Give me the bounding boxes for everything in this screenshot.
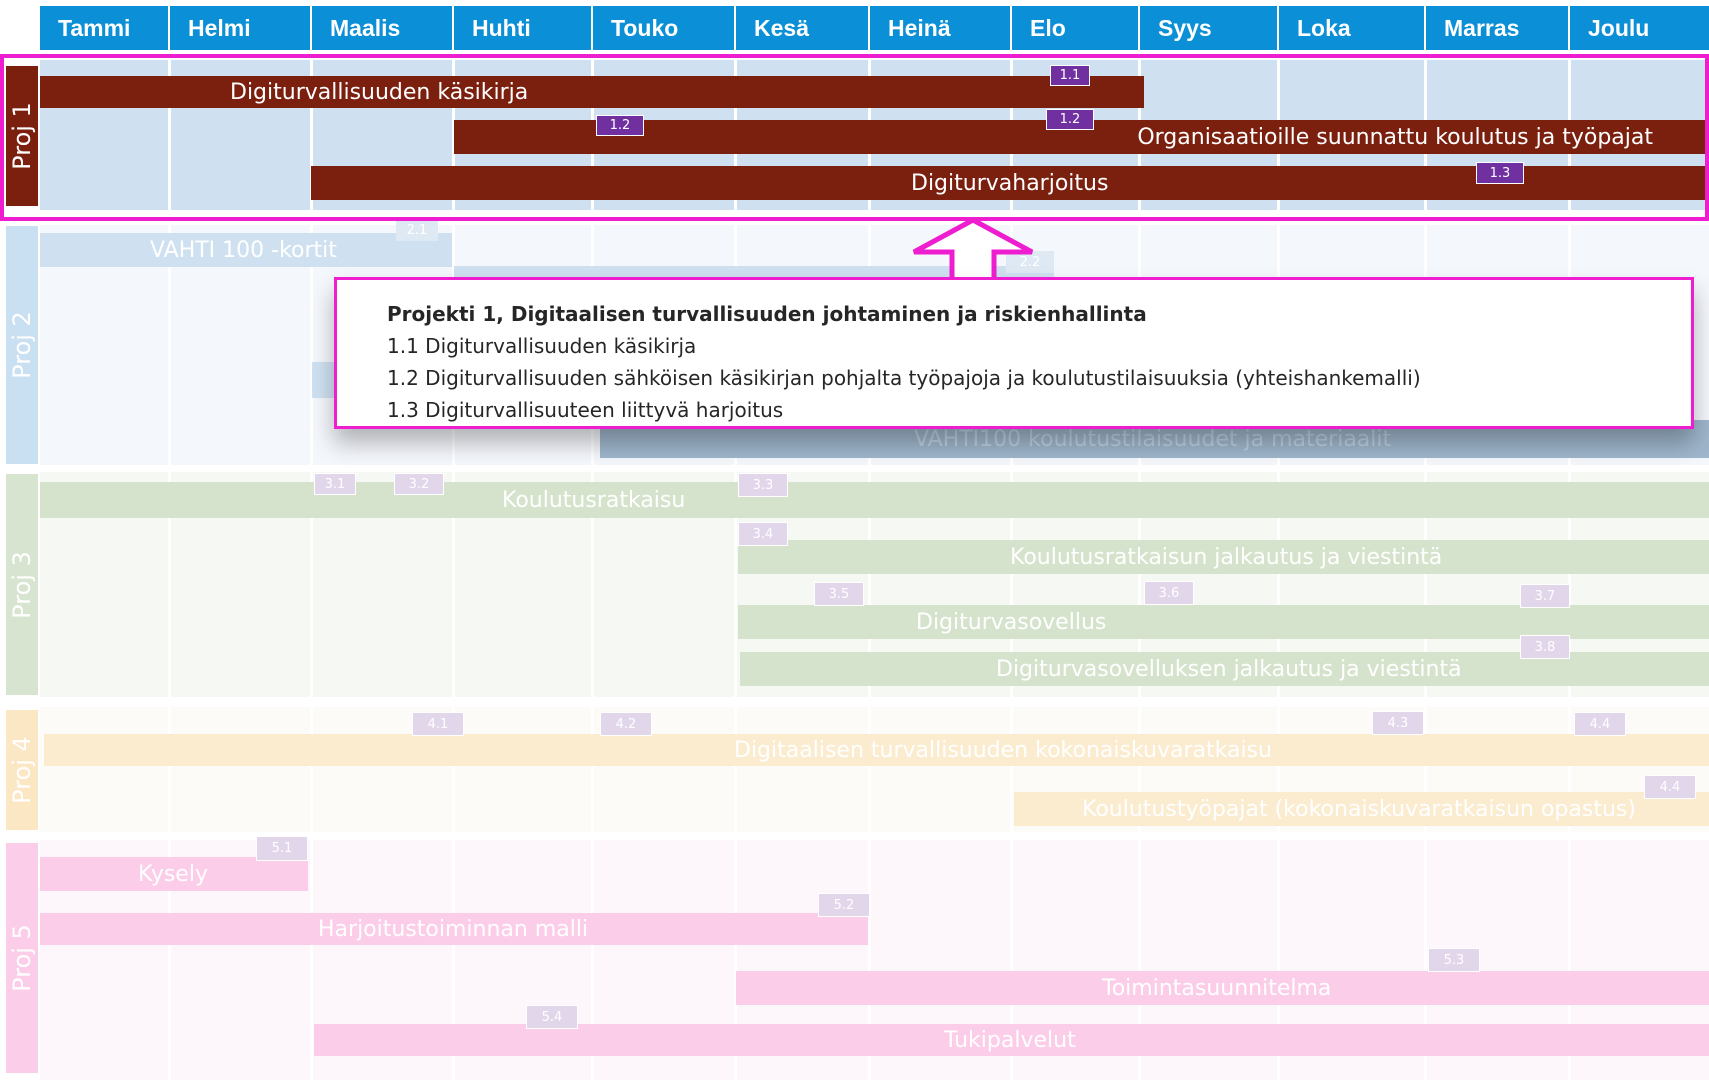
bar-koulutusratkaisun-jalkautus: Koulutusratkaisun jalkautus ja viestintä [738,540,1709,574]
task-tag-3-1: 3.1 [314,473,356,495]
task-tag-3-4: 3.4 [738,522,788,546]
task-tag-5-4: 5.4 [526,1005,578,1029]
proj2-label: Proj 2 [6,226,38,464]
proj4-label: Proj 4 [6,710,38,830]
callout-title: Projekti 1, Digitaalisen turvallisuuden … [387,302,1147,326]
month-header-tammi: Tammi [40,6,170,50]
bar-vahti-100-kortit: VAHTI 100 -kortit [40,233,452,267]
task-tag-4-1: 4.1 [412,712,464,736]
proj1-description-callout: Projekti 1, Digitaalisen turvallisuuden … [334,277,1694,429]
task-tag-3-6: 3.6 [1144,581,1194,605]
month-header-syys: Syys [1140,6,1279,50]
bar-kysely: Kysely [40,857,308,891]
bar-koulutustyopajat: Koulutustyöpajat (kokonaiskuvaratkaisun … [1014,792,1709,826]
month-header-marras: Marras [1426,6,1570,50]
highlight-arrow-icon [912,217,1034,284]
task-tag-5-3: 5.3 [1428,948,1480,972]
task-tag-5-2: 5.2 [818,893,870,917]
month-header-helmi: Helmi [170,6,312,50]
bar-koulutusratkaisu: Koulutusratkaisu [40,482,1709,518]
proj1-highlight-frame [0,54,1709,221]
month-header-elo: Elo [1012,6,1140,50]
task-tag-3-8: 3.8 [1520,635,1570,659]
task-tag-5-1: 5.1 [256,836,308,861]
callout-line-1-3: 1.3 Digiturvallisuuteen liittyvä harjoit… [387,398,784,422]
task-tag-4-4: 4.4 [1574,712,1626,736]
task-tag-3-7: 3.7 [1520,584,1570,608]
month-header-touko: Touko [593,6,736,50]
task-tag-4-3: 4.3 [1372,711,1424,735]
month-header-loka: Loka [1279,6,1426,50]
task-tag-3-2: 3.2 [394,473,444,495]
bar-digiturvasovellus: Digiturvasovellus [738,605,1709,639]
callout-line-1-2: 1.2 Digiturvallisuuden sähköisen käsikir… [387,366,1421,390]
task-tag-2-1: 2.1 [396,219,438,241]
task-tag-4-4b: 4.4 [1644,775,1696,799]
proj5-label: Proj 5 [6,843,38,1073]
month-header-huhti: Huhti [454,6,593,50]
proj3-label: Proj 3 [6,474,38,695]
bar-tukipalvelut: Tukipalvelut [314,1024,1709,1056]
bar-toimintasuunnitelma: Toimintasuunnitelma [736,971,1709,1005]
task-tag-3-3: 3.3 [738,473,788,497]
month-header-kesa: Kesä [736,6,870,50]
bar-kokonaiskuvaratkaisu: Digitaalisen turvallisuuden kokonaiskuva… [44,734,1709,766]
task-tag-4-2: 4.2 [600,712,652,736]
month-header-joulu: Joulu [1570,6,1709,50]
callout-line-1-1: 1.1 Digiturvallisuuden käsikirja [387,334,697,358]
month-header-heina: Heinä [870,6,1012,50]
month-header-maalis: Maalis [312,6,454,50]
task-tag-3-5: 3.5 [814,582,864,606]
bar-harjoitustoiminnan-malli: Harjoitustoiminnan malli [40,913,868,945]
